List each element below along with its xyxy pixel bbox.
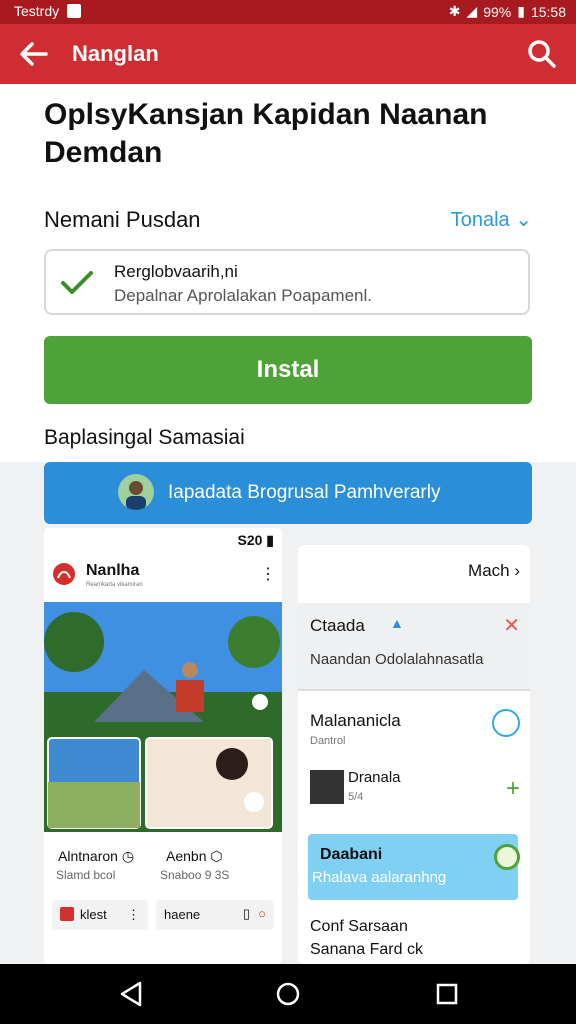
arrow-left-icon[interactable]	[16, 36, 52, 72]
option-title: Rerglobvaarih,ni	[114, 262, 238, 281]
phone-brand-sub: Reamkarta vikamiran	[86, 582, 143, 588]
notification-icon	[67, 4, 82, 18]
list-item-title[interactable]: Conf Sarsaan	[310, 918, 408, 936]
heart-icon: ○	[258, 906, 266, 921]
section-label: Nemani Pusdan	[44, 207, 201, 232]
phone-preview: S20 ▮ Nanlha Reamkarta vikamiran ⋮ Alntn…	[44, 528, 282, 964]
notification-card[interactable]: Ctaada ▲ ✕ Naandan Odolalahnasatla	[298, 603, 530, 691]
caption-title: Aenbn ⬡	[166, 848, 223, 864]
more-icon[interactable]: ⋮	[260, 564, 276, 584]
home-icon[interactable]	[275, 980, 301, 1008]
close-icon[interactable]: ✕	[503, 613, 520, 638]
app-bar: Nanglan	[0, 24, 576, 84]
add-icon[interactable]: +	[506, 775, 520, 803]
highlighted-item[interactable]: Daabani Rhalava aalaranhng	[308, 834, 520, 900]
section-header: Nemani Pusdan Tonala ⌄	[44, 205, 532, 235]
thumbnail-image	[310, 770, 344, 804]
caption-title: Alntnaron ◷	[58, 848, 135, 864]
recents-icon[interactable]	[434, 980, 460, 1008]
app-title: Nanglan	[72, 41, 159, 66]
clock: 15:58	[530, 3, 566, 20]
side-panel: Mach › Ctaada ▲ ✕ Naandan Odolalahnasatl…	[298, 545, 530, 964]
chevron-down-icon: ⌄	[515, 209, 532, 231]
bookmark-icon: ▯	[242, 906, 250, 921]
brand-logo-icon	[53, 563, 75, 585]
checkmark-icon	[61, 271, 93, 294]
caption-subtitle: Slamd bcol	[56, 868, 116, 882]
system-nav-bar	[0, 964, 576, 1024]
banner-text: Iapadata Brogrusal Pamhverarly	[168, 482, 441, 503]
list-item-subtitle: Sanana Fard ck	[310, 941, 423, 958]
subsection-label: Baplasingal Samasiai	[44, 426, 245, 449]
search-icon[interactable]	[526, 38, 558, 70]
status-bar: Testrdy ✱ ◢ 99% ▮ 15:58	[0, 0, 576, 24]
phone-status: S20 ▮	[237, 532, 274, 548]
section-action-link[interactable]: Tonala ⌄	[451, 207, 532, 232]
timer-icon[interactable]	[492, 709, 520, 737]
more-icon: ⋮	[127, 907, 140, 922]
list-item-title[interactable]: Dranala	[348, 769, 401, 786]
highlight-subtitle: Rhalava aalaranhng	[312, 869, 447, 886]
back-icon[interactable]	[118, 980, 144, 1008]
install-button[interactable]: Instal	[44, 336, 532, 404]
highlight-title: Daabani	[320, 846, 383, 863]
chip[interactable]: haene ▯ ○	[156, 900, 274, 930]
battery-icon: ▮	[517, 3, 525, 19]
menu-link[interactable]: Mach ›	[468, 561, 520, 581]
list-item-title[interactable]: Malananicla	[310, 711, 401, 731]
clock-icon: ◷	[121, 848, 135, 864]
selected-option-card[interactable]: Rerglobvaarih,ni Depalnar Aprolalakan Po…	[44, 249, 530, 315]
warning-icon: ▲	[390, 615, 404, 631]
status-icon	[494, 844, 520, 870]
battery-level: 99%	[483, 3, 512, 20]
option-subtitle: Depalnar Aprolalakan Poapamenl.	[114, 286, 373, 305]
list-item-subtitle: 5/4	[348, 791, 364, 803]
notification-title: Ctaada	[310, 616, 365, 635]
flag-icon	[60, 907, 74, 921]
signal-icon: ◢	[466, 3, 478, 19]
carrier-label: Testrdy	[14, 3, 60, 19]
bluetooth-icon: ✱	[448, 3, 461, 19]
share-icon: ⬡	[210, 848, 223, 864]
notification-subtitle: Naandan Odolalahnasatla	[310, 651, 484, 668]
chip[interactable]: klest ⋮	[52, 900, 148, 930]
phone-brand: Nanlha	[86, 562, 140, 579]
page-title: OplsyKansjan Kapidan Naanan Demdan	[44, 98, 488, 169]
promo-banner[interactable]: Iapadata Brogrusal Pamhverarly	[44, 462, 532, 524]
list-item-subtitle: Dantrol	[310, 735, 346, 747]
avatar	[118, 474, 154, 510]
caption-subtitle: Snaboo 9 3S	[160, 868, 230, 882]
hero-image	[44, 602, 282, 832]
